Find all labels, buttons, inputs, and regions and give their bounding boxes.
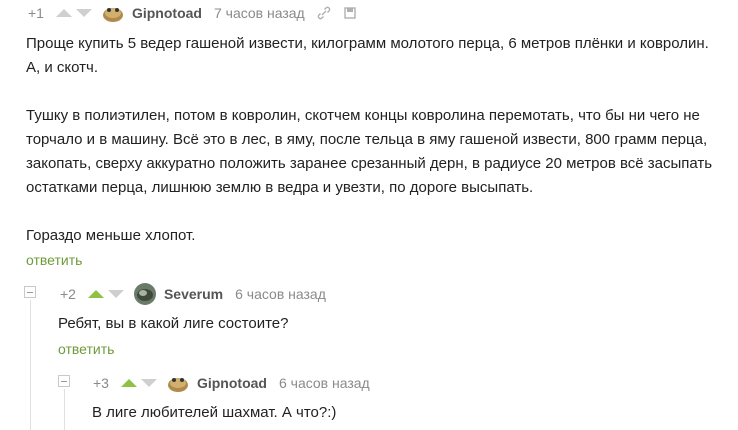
- rating-value: +1: [28, 5, 44, 21]
- author-name[interactable]: Gipnotoad: [197, 375, 267, 391]
- collapse-toggle[interactable]: [24, 286, 36, 298]
- downvote-arrow-icon[interactable]: [140, 379, 157, 387]
- timestamp[interactable]: 7 часов назад: [214, 5, 305, 21]
- upvote-arrow-icon[interactable]: [55, 9, 72, 17]
- author-name[interactable]: Severum: [164, 286, 223, 302]
- comment-text-p3: Гораздо меньше хлопот.: [26, 227, 196, 244]
- downvote-arrow-icon[interactable]: [107, 290, 124, 298]
- avatar[interactable]: [102, 2, 124, 24]
- author-name[interactable]: Gipnotoad: [132, 5, 202, 21]
- collapse-toggle[interactable]: [58, 375, 70, 387]
- upvote-arrow-icon[interactable]: [87, 290, 104, 298]
- timestamp[interactable]: 6 часов назад: [235, 286, 326, 302]
- comment-header: +3 Gipnotoad 6 часов назад: [93, 372, 370, 394]
- comment-header: +2 Severum 6 часов назад: [60, 283, 326, 305]
- rating-value: +2: [60, 286, 76, 302]
- timestamp[interactable]: 6 часов назад: [279, 375, 370, 391]
- avatar[interactable]: [167, 372, 189, 394]
- downvote-arrow-icon[interactable]: [75, 9, 92, 17]
- comment-text: Ребят, вы в какой лиге состоите?: [58, 315, 289, 332]
- comment-text: В лиге любителей шахмат. А что?:): [92, 404, 337, 421]
- reply-link[interactable]: ответить: [58, 341, 114, 357]
- bookmark-icon[interactable]: [343, 6, 357, 20]
- thread-line[interactable]: [64, 389, 65, 430]
- comment-text-p1: Проще купить 5 ведер гашеной извести, ки…: [26, 35, 709, 76]
- comment-header: +1 Gipnotoad 7 часов назад: [28, 2, 357, 24]
- upvote-arrow-icon[interactable]: [120, 379, 137, 387]
- rating-value: +3: [93, 375, 109, 391]
- avatar[interactable]: [133, 283, 156, 305]
- thread-line[interactable]: [30, 300, 31, 430]
- comment-text-p2: Тушку в полиэтилен, потом в ковролин, ск…: [26, 107, 713, 196]
- reply-link[interactable]: ответить: [26, 252, 82, 268]
- link-icon[interactable]: [317, 6, 331, 20]
